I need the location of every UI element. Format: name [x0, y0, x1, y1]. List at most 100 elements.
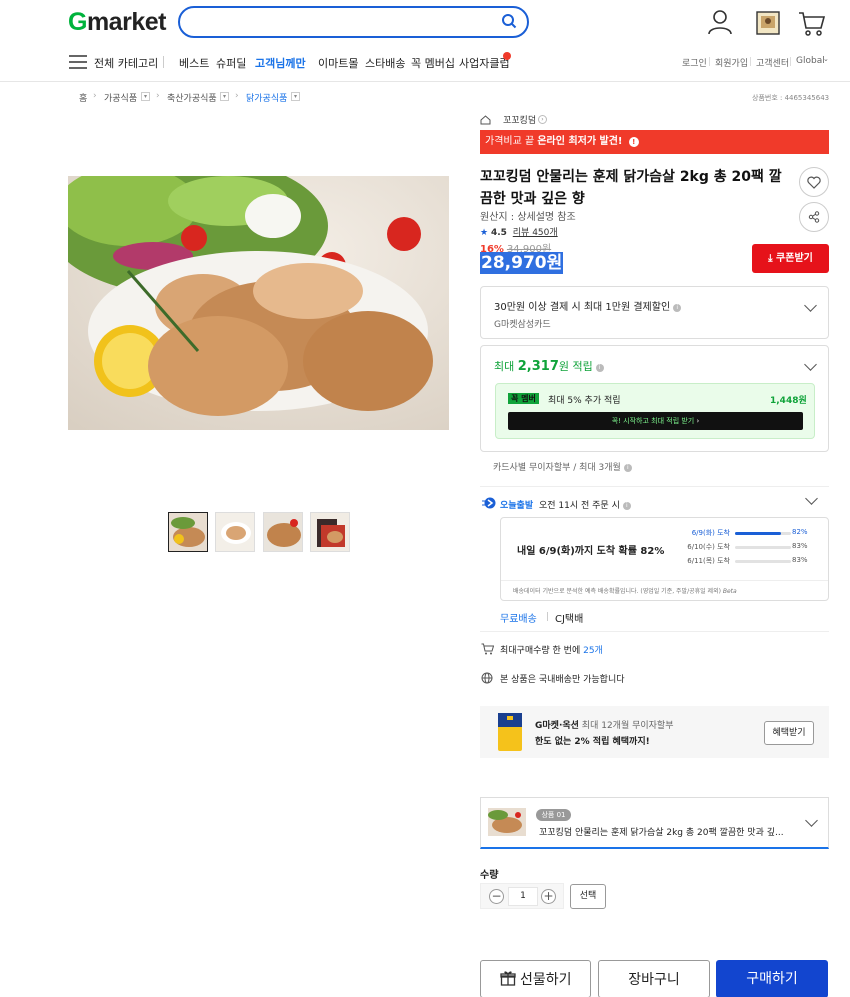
- wishlist-heart-icon[interactable]: [799, 167, 829, 197]
- domestic-only-info: 본 상품은 국내배송만 가능합니다: [500, 675, 625, 685]
- gnb-item-emart[interactable]: 이마트몰: [318, 55, 358, 71]
- product-main-image[interactable]: [68, 176, 449, 430]
- option-badge: 상품 01: [536, 809, 571, 821]
- info-icon[interactable]: i: [595, 364, 604, 372]
- installment-info: 카드사별 무이자할부 / 최대 3개월 i: [493, 460, 632, 473]
- breadcrumb-item[interactable]: 축산가공식품: [167, 91, 217, 104]
- select-button[interactable]: 선택: [570, 884, 606, 909]
- login-link[interactable]: 로그인: [682, 56, 707, 69]
- card-promo-bold: G마켓·옥션: [535, 721, 579, 731]
- coupon-label: 쿠폰받기: [776, 253, 813, 264]
- card-discount-box[interactable]: 30만원 이상 결제 시 최대 1만원 결제할인 i G마켓삼성카드: [480, 286, 829, 339]
- price-compare-banner[interactable]: 가격비교 끝 온라인 최저가 발견! !: [480, 130, 829, 154]
- quantity-stepper: − 1 +: [480, 883, 564, 909]
- member-bar-arrow: ›: [696, 417, 700, 425]
- max-qty-value: 25개: [583, 646, 603, 656]
- chevron-down-icon[interactable]: [805, 814, 818, 827]
- plus-icon[interactable]: +: [541, 889, 556, 904]
- card-name: G마켓삼성카드: [494, 320, 551, 330]
- cart-limit-icon: [481, 643, 495, 658]
- rating-row: ★ 4.5 리뷰 450개: [480, 225, 558, 238]
- free-shipping-label: 무료배송: [500, 614, 537, 625]
- membership-box: 꼭 멤버 최대 5% 추가 적립 1,448원 꼭! 시작하고 최대 적립 받기…: [495, 383, 815, 439]
- dropdown-icon[interactable]: ▾: [291, 92, 300, 101]
- gnb-item-membership[interactable]: 꼭 멤버십: [411, 55, 455, 71]
- breadcrumb-arrow-icon: ›: [93, 91, 97, 101]
- points-prefix: 최대: [494, 360, 518, 373]
- coupon-button[interactable]: ⤓ 쿠폰받기: [752, 244, 829, 273]
- minus-icon[interactable]: −: [489, 889, 504, 904]
- gmarket-logo[interactable]: Gmarket: [68, 8, 166, 37]
- breadcrumb-item[interactable]: 가공식품: [104, 91, 137, 104]
- divider: [480, 486, 829, 487]
- breadcrumb-arrow-icon: ›: [235, 91, 239, 101]
- search-icon[interactable]: [501, 13, 517, 32]
- buy-now-button[interactable]: 구매하기: [716, 960, 828, 997]
- breadcrumb-home[interactable]: 홈: [79, 91, 87, 104]
- hamburger-icon[interactable]: [69, 55, 87, 72]
- store-home-icon[interactable]: [480, 114, 491, 128]
- points-title: 최대 2,317원 적립 i: [494, 358, 604, 374]
- option-text: 꼬꼬킹덤 안물리는 훈제 닭가슴살 2kg 총 20팩 깔끔한 맛과 깊...: [539, 828, 784, 838]
- membership-join-button[interactable]: 꼭! 시작하고 최대 적립 받기 ›: [508, 412, 803, 430]
- dropdown-icon[interactable]: ▾: [220, 92, 229, 101]
- gnb-item-business-club[interactable]: 사업자클럽: [459, 55, 510, 71]
- rating-value: 4.5: [490, 228, 507, 238]
- download-icon: ⤓: [768, 253, 773, 264]
- myshop-icon[interactable]: [755, 10, 781, 36]
- points-value: 2,317: [517, 359, 559, 374]
- chevron-down-icon[interactable]: [805, 492, 818, 505]
- today-ship-label: 오늘출발: [500, 501, 534, 511]
- member-badge: 꼭 멤버: [508, 393, 539, 404]
- arrival-bar: [735, 546, 791, 549]
- chevron-down-icon: ⌄: [823, 55, 829, 63]
- gnb-item-for-you[interactable]: 고객님께만: [255, 55, 306, 71]
- signup-link[interactable]: 회원가입: [715, 56, 748, 69]
- thumbnail-4[interactable]: [310, 512, 350, 552]
- breadcrumb-current[interactable]: 닭가공식품: [246, 91, 287, 104]
- arrival-row-label: 6/10(수) 도착: [687, 543, 730, 551]
- gnb-item-best[interactable]: 베스트: [179, 55, 209, 71]
- points-suffix: 원 적립: [558, 360, 593, 373]
- quantity-input[interactable]: 1: [508, 887, 538, 906]
- chevron-down-icon[interactable]: [804, 358, 817, 371]
- add-to-cart-button[interactable]: 장바구니: [598, 960, 710, 997]
- alert-icon: !: [628, 137, 639, 147]
- credit-card-icon: [498, 713, 522, 751]
- thumbnail-2[interactable]: [215, 512, 255, 552]
- review-link[interactable]: 리뷰 450개: [513, 228, 558, 238]
- gnb-item-star-delivery[interactable]: 스타배송: [365, 55, 405, 71]
- thumbnail-1[interactable]: [168, 512, 208, 552]
- chevron-down-icon[interactable]: [804, 299, 817, 312]
- customer-center-link[interactable]: 고객센터: [756, 56, 789, 69]
- share-icon[interactable]: [799, 202, 829, 232]
- origin-info: 원산지 : 상세설명 참조: [480, 212, 576, 223]
- arrival-bar: [735, 532, 791, 535]
- gift-button[interactable]: 선물하기: [480, 960, 591, 997]
- member-bar-text: 꼭! 시작하고 최대 적립 받기: [611, 417, 695, 425]
- user-icon[interactable]: [707, 9, 733, 35]
- store-name[interactable]: 꼬꼬킹덤: [503, 113, 536, 126]
- gnb-item-superdeal[interactable]: 슈퍼딜: [216, 55, 246, 71]
- arrival-bar-fill: [735, 532, 781, 535]
- thumbnail-3[interactable]: [263, 512, 303, 552]
- divider: [480, 631, 829, 632]
- star-icon: ★: [480, 228, 489, 238]
- all-categories-menu[interactable]: 전체 카테고리: [94, 55, 158, 71]
- arrival-probability-box: 내일 6/9(화)까지 도착 확률 82% 배송데이터 기반으로 분석한 예측 …: [500, 517, 829, 601]
- divider: [501, 580, 828, 581]
- info-icon[interactable]: i: [673, 304, 682, 312]
- search-input[interactable]: [194, 8, 494, 36]
- member-points: 1,448원: [770, 396, 807, 406]
- search-bar[interactable]: [178, 6, 529, 38]
- info-icon[interactable]: i: [623, 464, 632, 472]
- info-icon[interactable]: i: [622, 502, 631, 510]
- gift-label: 선물하기: [519, 972, 572, 988]
- global-link[interactable]: Global: [796, 56, 825, 66]
- get-benefit-button[interactable]: 혜택받기: [764, 721, 814, 745]
- option-select[interactable]: 꼬꼬킹덤 안물리는 훈제 닭가슴살 2kg 총 20팩 깔끔한 맛과 깊...: [480, 797, 829, 849]
- dropdown-icon[interactable]: ▾: [141, 92, 150, 101]
- arrival-row-label: 6/11(목) 도착: [687, 557, 730, 565]
- cart-icon[interactable]: [798, 9, 826, 37]
- store-arrow-icon[interactable]: ›: [538, 115, 547, 124]
